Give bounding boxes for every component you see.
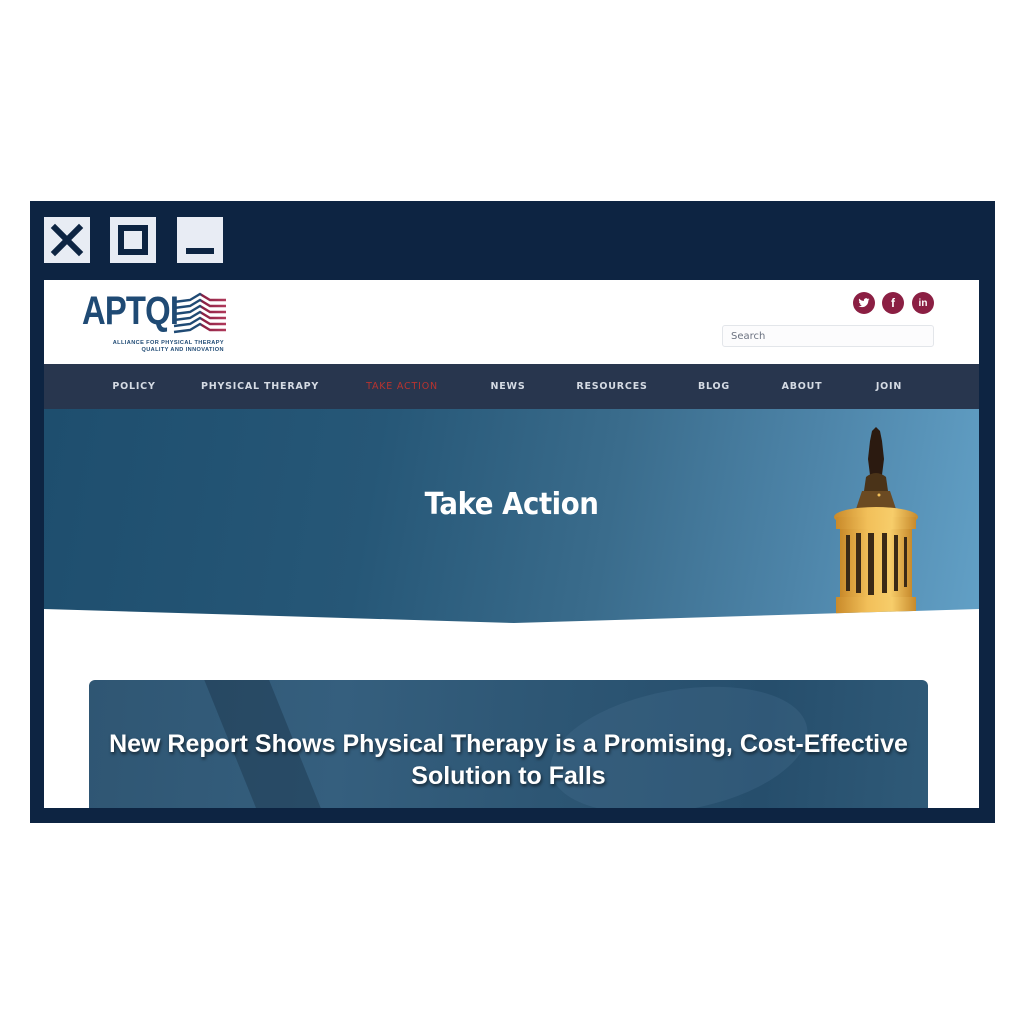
- linkedin-icon: in: [918, 297, 928, 309]
- facebook-icon: f: [891, 296, 895, 310]
- main-nav: POLICY PHYSICAL THERAPY TAKE ACTION NEWS…: [44, 364, 979, 409]
- featured-article-card[interactable]: New Report Shows Physical Therapy is a P…: [89, 680, 928, 808]
- facebook-button[interactable]: f: [882, 292, 904, 314]
- linkedin-button[interactable]: in: [912, 292, 934, 314]
- logo-tagline-line1: ALLIANCE FOR PHYSICAL THERAPY: [112, 340, 224, 346]
- minimize-button[interactable]: [177, 217, 223, 263]
- nav-item-news[interactable]: NEWS: [491, 364, 526, 409]
- nav-item-physical-therapy[interactable]: PHYSICAL THERAPY: [201, 364, 319, 409]
- site-header: APTQI ALLIANCE FOR PHYSICAL THERAPY QUAL…: [44, 280, 979, 364]
- hero-banner: Take Action: [44, 409, 979, 623]
- maximize-button[interactable]: [110, 217, 156, 263]
- nav-item-resources[interactable]: RESOURCES: [576, 364, 647, 409]
- nav-item-about[interactable]: ABOUT: [782, 364, 823, 409]
- close-icon: [50, 223, 84, 257]
- featured-article-title[interactable]: New Report Shows Physical Therapy is a P…: [89, 728, 928, 792]
- aptqi-logo[interactable]: APTQI ALLIANCE FOR PHYSICAL THERAPY QUAL…: [82, 288, 232, 358]
- logo-waves-icon: [173, 292, 226, 334]
- search-input[interactable]: [722, 325, 934, 347]
- close-button[interactable]: [44, 217, 90, 263]
- page-title: Take Action: [424, 487, 599, 522]
- nav-item-blog[interactable]: BLOG: [698, 364, 730, 409]
- logo-wordmark: APTQI: [82, 289, 179, 333]
- maximize-icon: [118, 225, 148, 255]
- twitter-icon: [858, 298, 870, 308]
- nav-item-policy[interactable]: POLICY: [112, 364, 155, 409]
- minimize-icon: [186, 248, 214, 254]
- logo-tagline-line2: QUALITY AND INNOVATION: [141, 347, 224, 353]
- nav-item-join[interactable]: JOIN: [876, 364, 902, 409]
- twitter-button[interactable]: [853, 292, 875, 314]
- browser-window: APTQI ALLIANCE FOR PHYSICAL THERAPY QUAL…: [30, 201, 995, 823]
- logo-tagline: ALLIANCE FOR PHYSICAL THERAPY QUALITY AN…: [82, 340, 224, 354]
- page-viewport: APTQI ALLIANCE FOR PHYSICAL THERAPY QUAL…: [44, 280, 979, 808]
- nav-item-take-action[interactable]: TAKE ACTION: [366, 364, 438, 409]
